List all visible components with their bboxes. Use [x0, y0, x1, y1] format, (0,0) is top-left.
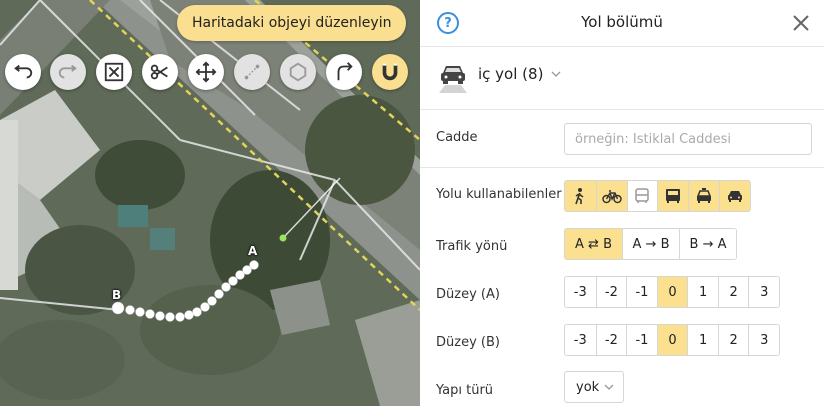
level-b-option-selected[interactable]: 0 — [656, 325, 688, 355]
polygon-icon — [289, 62, 307, 82]
delete-box-icon — [104, 62, 124, 82]
branch-icon — [337, 62, 353, 81]
road-users-toggle — [564, 180, 751, 212]
car-icon — [727, 191, 742, 202]
level-b-option[interactable]: -3 — [565, 325, 596, 355]
delete-geometry-button[interactable] — [96, 54, 132, 90]
chevron-down-icon — [551, 71, 561, 77]
level-b-label: Düzey (B) — [436, 335, 500, 350]
point-a-label: A — [248, 244, 258, 258]
panel-title: Yol bölümü — [581, 13, 663, 31]
taxi-toggle[interactable] — [688, 181, 719, 211]
draw-line-button[interactable] — [234, 54, 270, 90]
structure-type-select[interactable]: yok — [564, 371, 624, 403]
bicycle-icon — [601, 190, 622, 204]
car-icon — [439, 66, 467, 93]
pedestrian-icon — [575, 188, 584, 205]
taxi-icon — [696, 188, 712, 203]
category-select[interactable]: iç yol (8) — [478, 65, 561, 83]
move-icon — [195, 61, 217, 83]
map-view[interactable]: A B Haritadaki objeyi düzenleyin — [0, 0, 420, 406]
structure-type-label: Yapı türü — [436, 383, 494, 398]
structure-type-value: yok — [576, 379, 600, 395]
redo-icon — [58, 64, 77, 79]
close-icon[interactable] — [792, 14, 810, 32]
level-a-label: Düzey (A) — [436, 287, 500, 302]
bicycle-toggle[interactable] — [595, 181, 627, 211]
truck-icon — [666, 189, 681, 203]
road-users-label: Yolu kullanabilenler — [436, 187, 562, 202]
level-a-option[interactable]: -1 — [626, 277, 657, 307]
car-toggle[interactable] — [718, 181, 750, 211]
cut-button[interactable] — [142, 54, 178, 90]
snap-button[interactable] — [372, 54, 408, 90]
level-b-toggle: -3 -2 -1 0 1 2 3 — [564, 324, 780, 356]
move-button[interactable] — [188, 54, 224, 90]
level-b-option[interactable]: 1 — [687, 325, 718, 355]
level-b-option[interactable]: -2 — [595, 325, 627, 355]
scissors-icon — [150, 64, 168, 80]
level-a-option[interactable]: -2 — [595, 277, 627, 307]
direction-b-to-a-button[interactable]: B → A — [679, 229, 736, 259]
chevron-down-icon — [604, 384, 614, 390]
direction-a-to-b-button[interactable]: A → B — [622, 229, 679, 259]
level-a-option-selected[interactable]: 0 — [656, 277, 688, 307]
traffic-direction-toggle: A ⇄ B A → B B → A — [564, 228, 737, 260]
street-label: Cadde — [436, 130, 478, 145]
panel-header: ? Yol bölümü — [420, 0, 824, 47]
vertex-handle[interactable] — [279, 234, 287, 242]
street-input[interactable] — [564, 123, 812, 155]
level-b-option[interactable]: 2 — [717, 325, 749, 355]
direction-both-button[interactable]: A ⇄ B — [565, 229, 622, 259]
level-b-option[interactable]: 3 — [748, 325, 779, 355]
polygon-button[interactable] — [280, 54, 316, 90]
level-a-option[interactable]: 3 — [748, 277, 779, 307]
level-a-toggle: -3 -2 -1 0 1 2 3 — [564, 276, 780, 308]
undo-icon — [14, 64, 33, 79]
level-a-option[interactable]: -3 — [565, 277, 596, 307]
divider — [420, 167, 824, 168]
undo-button[interactable] — [5, 54, 41, 90]
branch-button[interactable] — [326, 54, 362, 90]
bus-toggle[interactable] — [626, 181, 658, 211]
level-a-option[interactable]: 1 — [687, 277, 718, 307]
traffic-direction-label: Trafik yönü — [436, 239, 508, 254]
category-row: iç yol (8) — [420, 47, 824, 110]
pedestrian-toggle[interactable] — [565, 181, 596, 211]
level-b-option[interactable]: -1 — [626, 325, 657, 355]
truck-toggle[interactable] — [657, 181, 689, 211]
dotted-line-icon — [244, 64, 260, 80]
bus-icon — [635, 188, 650, 203]
magnet-icon — [382, 63, 398, 81]
level-a-option[interactable]: 2 — [717, 277, 749, 307]
point-b-label: B — [112, 288, 122, 302]
properties-panel: ? Yol bölümü iç yol (8) Cadde Yolu kulla… — [420, 0, 824, 406]
redo-button[interactable] — [50, 54, 86, 90]
edit-hint: Haritadaki objeyi düzenleyin — [177, 5, 407, 41]
category-value: iç yol (8) — [478, 65, 544, 83]
